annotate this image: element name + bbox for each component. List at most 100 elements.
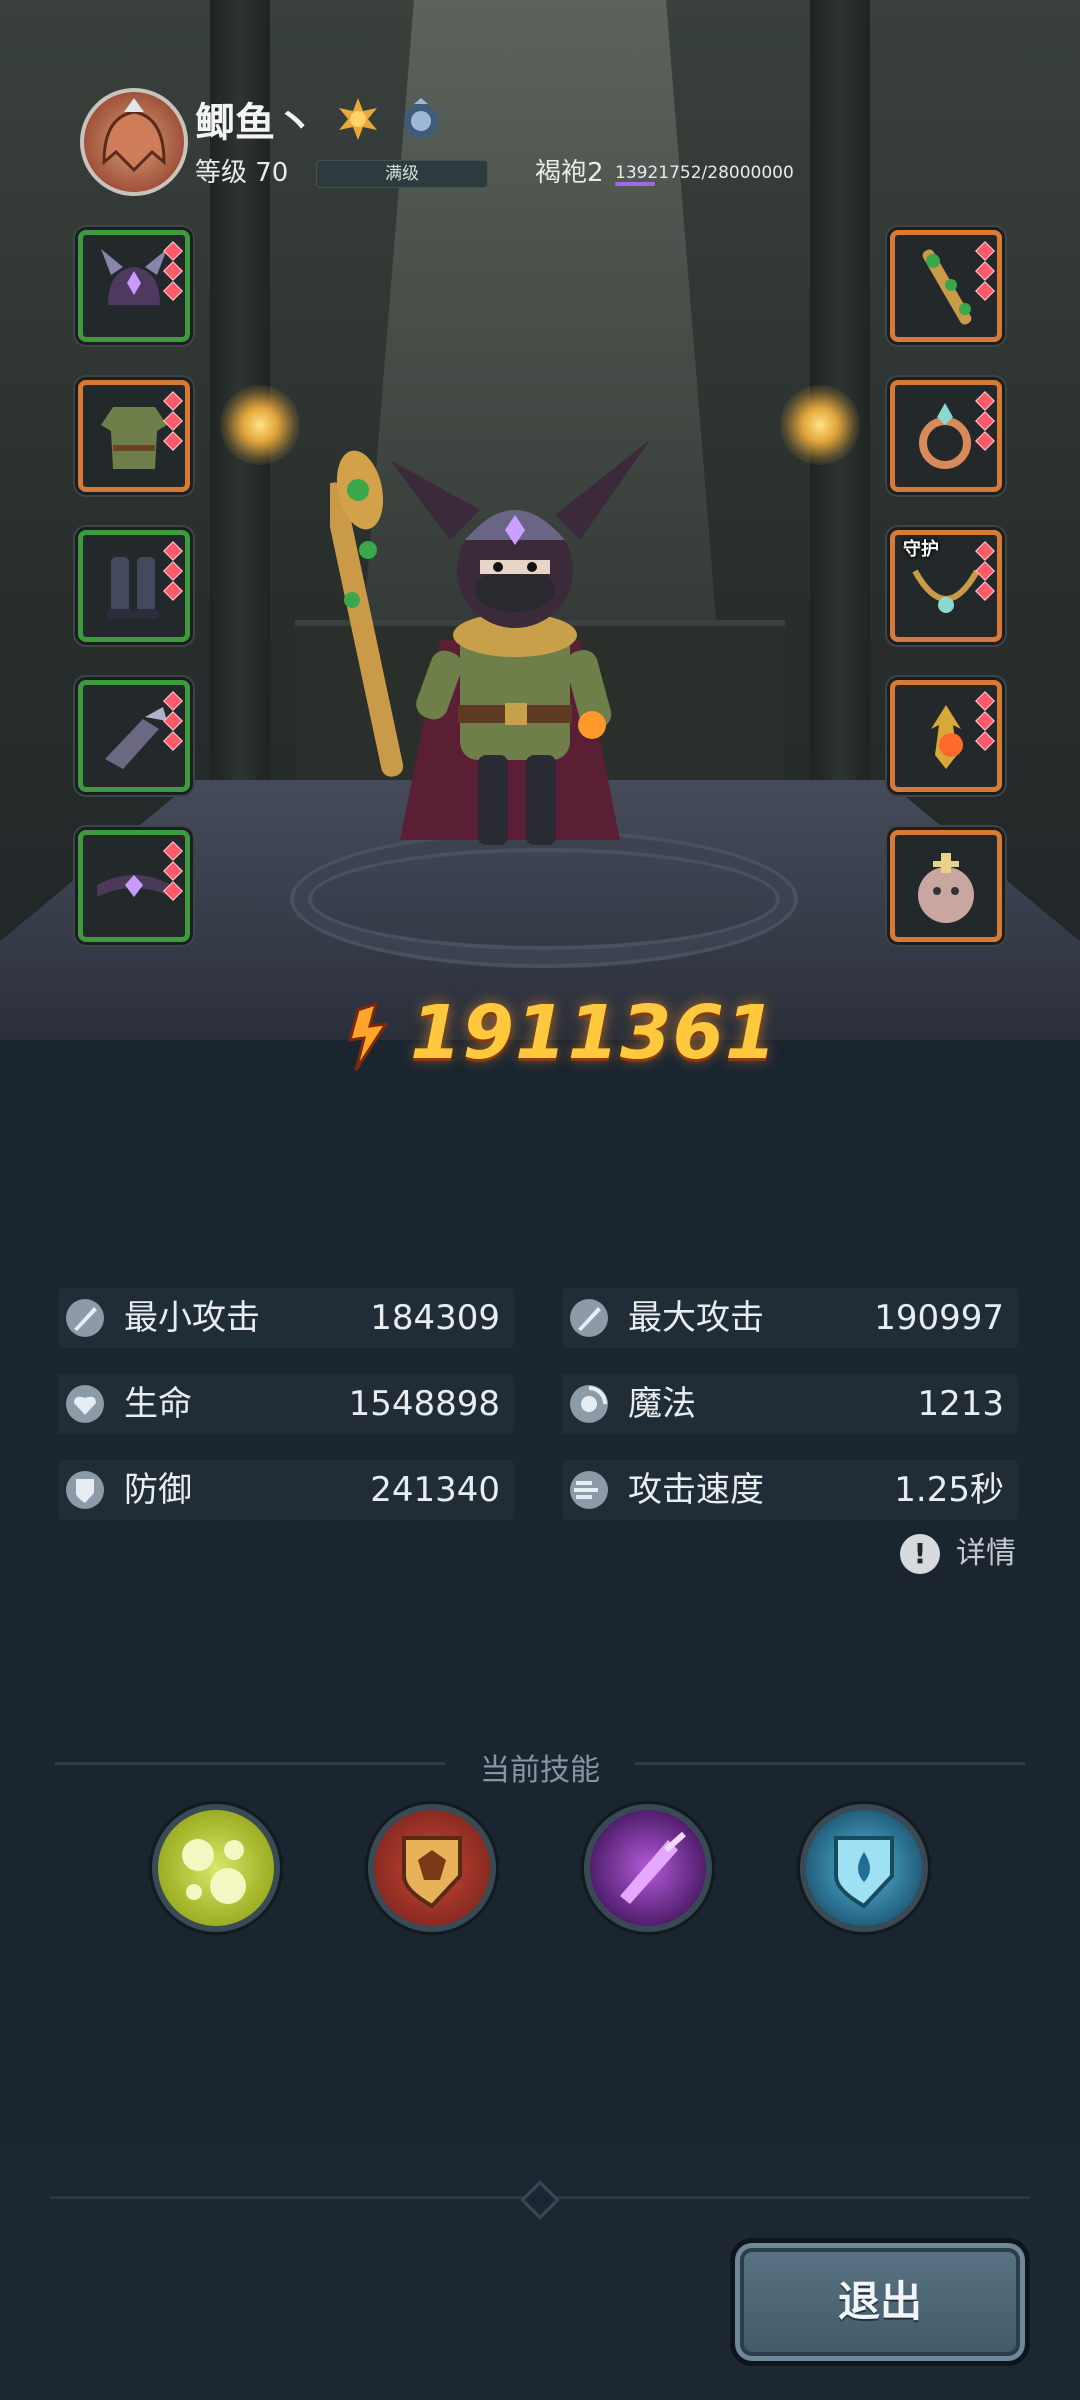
gem-icon	[975, 691, 995, 711]
stat-value: 1548898	[348, 1384, 500, 1424]
gem-sockets	[163, 391, 183, 454]
staff-weapon	[330, 450, 404, 777]
equip-slot-pet[interactable]	[890, 830, 1002, 942]
gem-icon	[163, 281, 183, 301]
shield-icon	[66, 1471, 104, 1509]
gem-icon	[163, 411, 183, 431]
stat-min-attack: 最小攻击 184309	[58, 1288, 514, 1348]
skill-beast-shield[interactable]	[368, 1804, 496, 1932]
gem-sockets	[975, 541, 995, 604]
skill-water-shield[interactable]	[800, 1804, 928, 1932]
gem-icon	[163, 711, 183, 731]
gem-sockets	[163, 841, 183, 904]
gem-icon	[975, 241, 995, 261]
stat-defense: 防御 241340	[58, 1460, 514, 1520]
purple-blade-icon	[620, 1831, 686, 1904]
gem-icon	[163, 241, 183, 261]
robe-label: 褐袍2	[535, 158, 604, 188]
stat-value: 190997	[874, 1298, 1004, 1338]
stat-value: 241340	[370, 1470, 500, 1510]
gem-icon	[975, 561, 995, 581]
gem-sockets	[975, 391, 995, 454]
gem-icon	[163, 841, 183, 861]
gem-sockets	[163, 241, 183, 304]
slot-tag: 守护	[903, 539, 939, 560]
stat-label: 攻击速度	[628, 1470, 764, 1510]
gem-icon	[163, 581, 183, 601]
stat-label: 最小攻击	[124, 1298, 260, 1338]
stat-life: 生命 1548898	[58, 1374, 514, 1434]
info-icon	[900, 1534, 940, 1574]
beast-shield-icon	[402, 1836, 462, 1909]
equip-slot-orb[interactable]	[890, 680, 1002, 792]
right-wall-lamp	[780, 385, 860, 465]
gem-icon	[975, 411, 995, 431]
combat-power: 1911361	[340, 990, 776, 1080]
equip-slot-boots[interactable]	[78, 530, 190, 642]
skills-divider-right	[635, 1762, 1025, 1765]
details-label: 详情	[956, 1536, 1016, 1571]
hero-character	[330, 440, 650, 845]
gem-icon	[975, 391, 995, 411]
gem-icon	[163, 691, 183, 711]
gem-icon	[163, 881, 183, 901]
gem-icon	[163, 731, 183, 751]
exit-button[interactable]: 退出	[730, 2238, 1030, 2366]
equip-slot-helmet[interactable]	[78, 230, 190, 342]
gem-icon	[163, 861, 183, 881]
gem-sockets	[163, 541, 183, 604]
skills-title: 当前技能	[480, 1753, 600, 1788]
equip-slot-weapon[interactable]	[890, 230, 1002, 342]
gem-icon	[163, 431, 183, 451]
level-status-text: 满级	[385, 164, 419, 184]
equip-slot-belt[interactable]	[78, 830, 190, 942]
stat-attack-speed: 攻击速度 1.25秒	[562, 1460, 1018, 1520]
stat-magic: 魔法 1213	[562, 1374, 1018, 1434]
gem-icon	[975, 581, 995, 601]
stat-label: 生命	[124, 1384, 192, 1424]
gem-icon	[163, 541, 183, 561]
heart-icon	[66, 1385, 104, 1423]
speed-icon	[570, 1471, 608, 1509]
left-wall-lamp	[220, 385, 300, 465]
gem-icon	[163, 391, 183, 411]
pet-icon	[918, 853, 974, 923]
stat-value: 1213	[917, 1384, 1004, 1424]
skills-divider-left	[55, 1762, 445, 1765]
gem-icon	[975, 261, 995, 281]
gem-icon	[975, 541, 995, 561]
skill-poison-bubbles[interactable]	[152, 1804, 280, 1932]
player-name: 鲫鱼丶	[195, 100, 315, 146]
equip-slot-necklace[interactable]: 守护	[890, 530, 1002, 642]
gem-sockets	[163, 691, 183, 754]
robe-progress-text: 13921752/28000000	[615, 163, 794, 183]
gem-icon	[975, 731, 995, 751]
player-avatar[interactable]	[80, 88, 188, 196]
stat-label: 最大攻击	[628, 1298, 764, 1338]
moon-badge-icon	[404, 98, 438, 138]
stat-max-attack: 最大攻击 190997	[562, 1288, 1018, 1348]
gem-icon	[975, 281, 995, 301]
equip-slot-armor[interactable]	[78, 380, 190, 492]
equip-slot-ring[interactable]	[890, 380, 1002, 492]
level-label: 等级 70	[195, 158, 289, 188]
sword-icon	[66, 1299, 104, 1337]
skill-purple-blade[interactable]	[584, 1804, 712, 1932]
gem-icon	[163, 261, 183, 281]
level-progress-bar: 满级	[316, 160, 488, 188]
stat-label: 魔法	[628, 1384, 696, 1424]
stat-value: 184309	[370, 1298, 500, 1338]
gem-sockets	[975, 691, 995, 754]
exit-label: 退出	[837, 2277, 922, 2326]
sword-icon	[570, 1299, 608, 1337]
helmet-avatar-icon	[102, 98, 166, 173]
stat-value: 1.25秒	[894, 1470, 1004, 1510]
equip-slot-gloves[interactable]	[78, 680, 190, 792]
sun-badge-icon	[339, 98, 377, 140]
water-shield-icon	[834, 1836, 894, 1909]
gem-sockets	[975, 241, 995, 304]
power-icon	[347, 1001, 390, 1071]
robe-progress-bar: 13921752/28000000	[615, 160, 794, 186]
gem-icon	[975, 711, 995, 731]
combat-power-value: 1911361	[410, 990, 778, 1076]
